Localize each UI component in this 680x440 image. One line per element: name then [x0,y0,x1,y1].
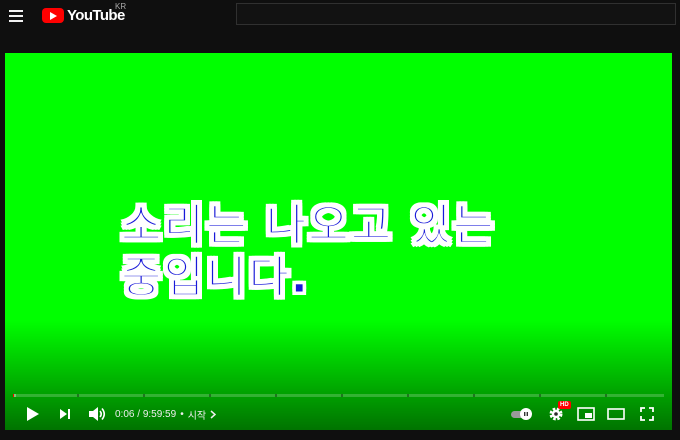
chapter-marker [605,394,607,397]
caption-line-2: 중입니다. [120,252,310,304]
chapter-label: 시작 [187,410,207,422]
volume-button[interactable] [85,399,109,429]
theater-mode-button[interactable] [604,399,628,429]
duration: 9:59:59 [142,408,177,420]
chapter-marker [143,394,145,397]
caption-line-1: 소리는 나오고 있는 [120,200,496,252]
chapter-marker [473,394,475,397]
miniplayer-button[interactable] [574,399,598,429]
youtube-play-logo-icon [42,7,64,23]
chapter-title-button[interactable]: 시작 [187,407,217,422]
fullscreen-icon [640,407,654,421]
theater-mode-icon [607,408,625,420]
hd-badge: HD [558,401,571,409]
chapter-marker [275,394,277,397]
chevron-right-icon [210,409,217,419]
chapter-marker [539,394,541,397]
youtube-logo[interactable]: YouTube KR [42,2,127,25]
autoplay-toggle-icon [520,408,532,420]
settings-button[interactable]: HD [544,399,571,429]
chapter-marker [407,394,409,397]
progress-bar[interactable] [13,394,664,397]
video-player[interactable]: 소리는 나오고 있는 중입니다. 0:06 / 9:59:59 • 시작 HD [5,53,672,430]
masthead: YouTube KR [0,0,680,30]
next-icon [60,409,70,419]
video-caption-text: 소리는 나오고 있는 중입니다. [120,200,496,304]
search-input[interactable] [236,3,676,25]
play-button[interactable] [21,399,45,429]
volume-icon [89,407,106,421]
hamburger-menu-icon[interactable] [6,5,26,25]
miniplayer-icon [577,407,595,421]
fullscreen-button[interactable] [635,399,659,429]
autoplay-toggle[interactable] [511,408,533,420]
chapter-marker [209,394,211,397]
chapter-bullet: • [180,408,184,420]
chapter-marker [341,394,343,397]
progress-played [13,394,14,397]
current-time: 0:06 [115,408,135,420]
time-display: 0:06 / 9:59:59 • 시작 [115,407,217,422]
player-controls: 0:06 / 9:59:59 • 시작 HD [5,399,672,429]
next-button[interactable] [53,399,77,429]
play-icon [27,407,39,421]
chapter-marker [77,394,79,397]
country-code: KR [115,2,127,11]
